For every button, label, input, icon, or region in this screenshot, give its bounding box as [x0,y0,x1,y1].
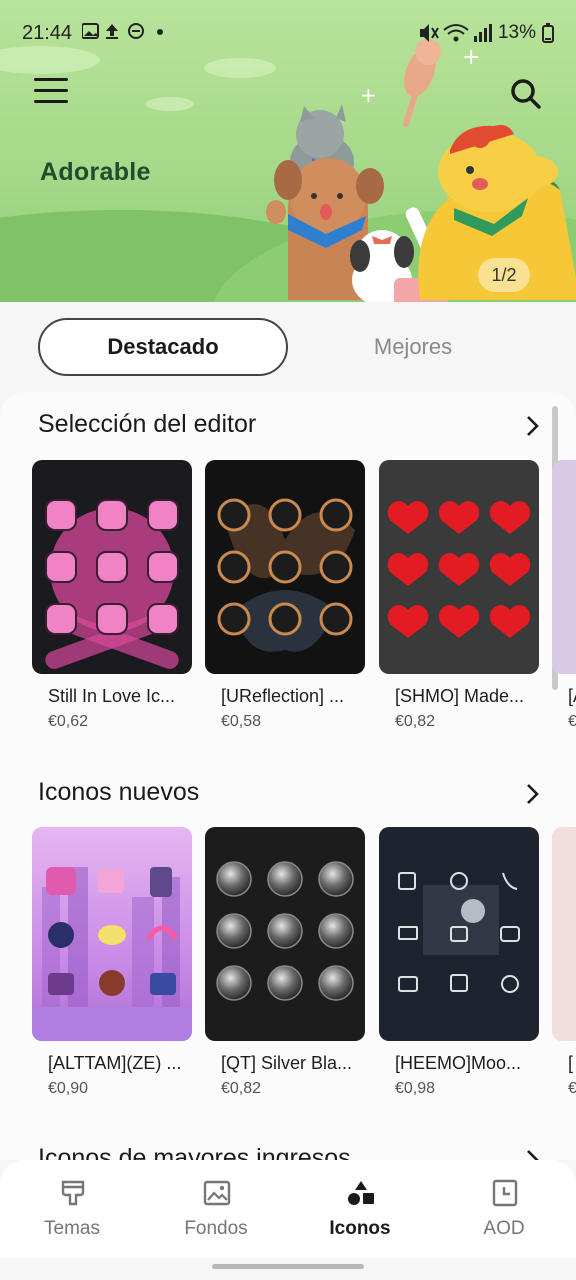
battery-icon [542,23,554,43]
theme-name: Still In Love Ic... [48,686,176,706]
nav-label: AOD [483,1218,525,1239]
theme-price: €0,82 [221,1080,262,1097]
theme-card[interactable]: [A € [552,460,576,731]
theme-price: €0,98 [395,1080,436,1097]
theme-card[interactable]: [QT] Silver Bla... €0,82 [205,827,365,1098]
image-icon [203,1180,231,1206]
upload-icon [106,24,118,39]
battery-percent: 13% [497,22,536,43]
content-scroll-area[interactable]: Selección del editor Still In Love Ic...… [0,392,576,1160]
tab-mejores[interactable]: Mejores [300,318,526,376]
bottom-navigation: Temas Fondos Iconos AOD [0,1160,576,1258]
theme-name: [UReflection] ... [221,686,345,706]
theme-price: €0,82 [395,713,436,730]
brush-icon [61,1180,85,1206]
tab-bar: Destacado Mejores [0,302,576,392]
nav-label: Iconos [329,1218,391,1239]
theme-thumbnail[interactable] [552,827,576,1041]
theme-thumbnail[interactable] [379,460,539,674]
theme-thumbnail[interactable] [552,460,576,674]
tab-destacado[interactable]: Destacado [38,318,288,376]
featured-banner[interactable]: + + + [0,0,576,302]
chevron-right-icon[interactable] [520,414,544,438]
nav-fondos[interactable]: Fondos [144,1160,288,1258]
signal-icon [473,24,492,42]
nav-iconos[interactable]: Iconos [288,1160,432,1258]
nav-temas[interactable]: Temas [0,1160,144,1258]
chevron-right-icon[interactable] [520,1148,544,1160]
section-title-top-grossing: Iconos de mayores ingresos [38,1144,351,1160]
wifi-icon [443,24,469,42]
section-title-editor: Selección del editor [38,410,257,438]
theme-card[interactable]: Still In Love Ic... €0,62 [32,460,192,731]
image-icon [81,23,99,39]
banner-page-counter: 1/2 [478,258,530,292]
home-indicator[interactable] [212,1264,364,1269]
theme-card[interactable]: [ € [552,827,576,1098]
dot-icon [157,29,163,35]
status-bar: 21:44 13% [0,0,576,64]
nav-label: Fondos [184,1218,248,1239]
theme-card[interactable]: [SHMO] Made... €0,82 [379,460,539,731]
search-icon[interactable] [506,74,546,114]
theme-name: [HEEMO]Moo... [395,1053,522,1073]
theme-name: [SHMO] Made... [395,686,525,706]
nav-label: Temas [44,1218,100,1239]
theme-thumbnail[interactable] [205,460,365,674]
nav-aod[interactable]: AOD [432,1160,576,1258]
theme-price: €0,62 [48,713,89,730]
clock-icon [492,1179,518,1207]
chevron-right-icon[interactable] [520,782,544,806]
theme-thumbnail[interactable] [32,827,192,1041]
theme-name: [QT] Silver Bla... [221,1053,353,1073]
banner-title: Adorable [40,158,151,186]
section-title-new-icons: Iconos nuevos [38,778,200,806]
theme-price: € [568,1080,576,1097]
dnd-icon [128,23,144,39]
menu-icon[interactable] [34,78,68,108]
theme-card[interactable]: [HEEMO]Moo... €0,98 [379,827,539,1098]
svg-text:+: + [360,83,377,107]
theme-name: [A [568,686,576,706]
theme-thumbnail[interactable] [379,827,539,1041]
theme-name: [ [568,1053,574,1073]
theme-thumbnail[interactable] [205,827,365,1041]
theme-price: € [568,713,576,730]
status-right: 13% [418,22,554,44]
theme-price: €0,90 [48,1080,89,1097]
theme-price: €0,58 [221,713,262,730]
status-notification-icons [81,22,166,47]
theme-thumbnail[interactable] [32,460,192,674]
mute-icon [419,24,439,42]
shapes-icon [348,1181,374,1205]
theme-card[interactable]: [UReflection] ... €0,58 [205,460,365,731]
theme-card[interactable]: [ALTTAM](ZE) ... €0,90 [32,827,192,1098]
theme-name: [ALTTAM](ZE) ... [48,1053,180,1073]
status-time: 21:44 [22,22,73,44]
